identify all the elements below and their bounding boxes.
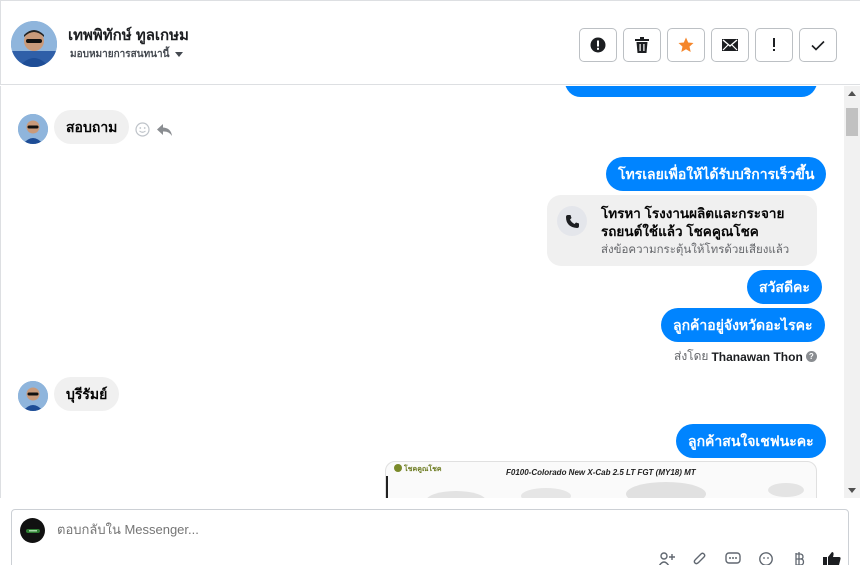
contact-avatar[interactable] [11,21,57,67]
message-bubble-outgoing: ลูกค้าสนใจเชฟนะคะ [676,424,826,458]
message-list[interactable]: สอบถาม โทรเลยเพื่อให้ได้รับบริการเร็วขึ้… [0,86,844,498]
message-bubble-outgoing: โทรเลยเพื่อให้ได้รับบริการเร็วขึ้น [606,157,827,191]
chat-scrollbar[interactable] [844,86,860,498]
dealer-logo: โชคคูณโชค [392,462,452,474]
message-bubble-outgoing [565,86,817,97]
star-icon [678,37,694,52]
thumbs-up-icon[interactable] [821,552,843,565]
currency-icon[interactable] [788,552,810,565]
delete-button[interactable] [623,28,661,62]
scrollbar-thumb[interactable] [846,108,858,136]
reply-composer [11,509,849,565]
follow-up-button[interactable] [755,28,793,62]
message-bubble-incoming: บุรีรัมย์ [54,377,120,411]
sent-by-prefix: ส่งโดย [674,349,709,363]
page-avatar [20,518,45,543]
trash-icon [635,37,649,53]
smiley-icon[interactable] [135,122,150,137]
star-button[interactable] [667,28,705,62]
call-prompt-card[interactable]: โทรหา โรงงานผลิตและกระจาย รถยนต์ใช้แล้ว … [547,195,817,266]
contact-name: เทพพิทักษ์ ทูลเกษม [68,27,189,44]
check-icon [811,40,825,51]
phone-icon [557,206,587,236]
message-bubble-incoming: สอบถาม [54,110,130,144]
contact-avatar-small [18,114,48,144]
sent-by-label: ส่งโดย Thanawan Thon ? [674,347,817,366]
contact-avatar-small [18,381,48,411]
envelope-icon [722,39,738,51]
caret-down-icon [175,52,184,57]
help-icon[interactable]: ? [805,351,817,362]
call-card-title: โทรหา โรงงานผลิตและกระจาย รถยนต์ใช้แล้ว … [601,206,785,239]
scroll-down-arrow-icon[interactable] [848,488,856,493]
attachment-icon[interactable] [689,552,711,565]
conversation-header: เทพพิทักษ์ ทูลเกษม มอบหมายการสนทนานี้ [0,0,860,85]
composer-toolbar [656,552,843,565]
report-spam-button[interactable] [579,28,617,62]
world-map-graphic [386,476,804,498]
message-bubble-outgoing: สวัสดีคะ [747,270,822,304]
reply-icon[interactable] [156,123,173,137]
conversation-toolbar [579,28,837,62]
saved-replies-icon[interactable] [722,552,744,565]
call-card-subtitle: ส่งข้อความกระตุ้นให้โทรด้วยเสียงแล้ว [601,244,790,256]
scroll-up-arrow-icon[interactable] [848,91,856,96]
sent-by-name: Thanawan Thon [711,349,803,364]
reply-input[interactable] [57,522,233,537]
add-person-icon[interactable] [656,552,678,565]
mark-done-button[interactable] [799,28,837,62]
assign-conversation-dropdown[interactable]: มอบหมายการสนทนานี้ [70,47,184,62]
alert-circle-icon [590,37,606,53]
emoji-icon[interactable] [755,552,777,565]
message-bubble-outgoing: ลูกค้าอยู่จังหวัดอะไรคะ [661,308,825,342]
assign-label: มอบหมายการสนทนานี้ [70,49,170,60]
dealer-logo-text: โชคคูณโชค [403,464,442,474]
mark-unread-button[interactable] [711,28,749,62]
exclamation-icon [773,38,775,51]
message-actions [135,122,173,137]
image-attachment[interactable]: โชคคูณโชค F0100-Colorado New X-Cab 2.5 L… [385,461,817,498]
